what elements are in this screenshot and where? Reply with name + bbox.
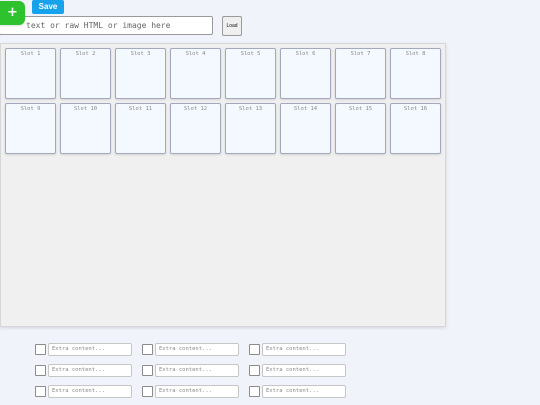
slot-label: Slot 1 <box>20 51 41 57</box>
extra-content-input[interactable] <box>262 363 346 377</box>
extra-content-input[interactable] <box>48 384 132 398</box>
slot-grid: Slot 1 Slot 2 Slot 3 Slot 4 Slot 5 Slot … <box>5 48 441 154</box>
extra-checkbox[interactable] <box>249 385 260 397</box>
extra-content-input[interactable] <box>262 342 346 356</box>
load-button[interactable]: Load <box>222 16 242 36</box>
slot-label: Slot 12 <box>183 106 208 112</box>
slot[interactable]: Slot 3 <box>115 48 166 99</box>
slot-label: Slot 11 <box>128 106 153 112</box>
slot-label: Slot 10 <box>73 106 98 112</box>
slot-label: Slot 9 <box>20 106 41 112</box>
add-button[interactable]: + <box>0 1 25 25</box>
slot[interactable]: Slot 15 <box>335 103 386 154</box>
extra-content-grid <box>35 342 356 405</box>
extra-item <box>142 342 249 356</box>
slot[interactable]: Slot 16 <box>390 103 441 154</box>
extra-checkbox[interactable] <box>142 385 153 397</box>
save-button[interactable]: Save <box>32 0 64 14</box>
slot-label: Slot 7 <box>350 51 371 57</box>
slot[interactable]: Slot 9 <box>5 103 56 154</box>
slot-label: Slot 16 <box>403 106 428 112</box>
extra-item <box>35 384 142 398</box>
slot[interactable]: Slot 5 <box>225 48 276 99</box>
extra-content-input[interactable] <box>48 363 132 377</box>
slot-panel: Slot 1 Slot 2 Slot 3 Slot 4 Slot 5 Slot … <box>0 43 446 327</box>
extra-item <box>35 363 142 377</box>
slot[interactable]: Slot 11 <box>115 103 166 154</box>
extra-item <box>35 342 142 356</box>
slot[interactable]: Slot 13 <box>225 103 276 154</box>
extra-content-input[interactable] <box>48 342 132 356</box>
slot[interactable]: Slot 7 <box>335 48 386 99</box>
slot-label: Slot 5 <box>240 51 261 57</box>
extra-content-input[interactable] <box>155 384 239 398</box>
extra-checkbox[interactable] <box>142 364 153 376</box>
extra-checkbox[interactable] <box>35 385 46 397</box>
extra-item <box>249 384 356 398</box>
slot[interactable]: Slot 14 <box>280 103 331 154</box>
extra-checkbox[interactable] <box>249 343 260 355</box>
extra-checkbox[interactable] <box>142 343 153 355</box>
extra-checkbox[interactable] <box>35 364 46 376</box>
extra-content-input[interactable] <box>155 363 239 377</box>
slot-label: Slot 15 <box>348 106 373 112</box>
extra-content-input[interactable] <box>262 384 346 398</box>
slot-label: Slot 6 <box>295 51 316 57</box>
slot[interactable]: Slot 8 <box>390 48 441 99</box>
extra-content-input[interactable] <box>155 342 239 356</box>
extra-item <box>249 342 356 356</box>
slot-label: Slot 8 <box>405 51 426 57</box>
extra-checkbox[interactable] <box>35 343 46 355</box>
slot[interactable]: Slot 6 <box>280 48 331 99</box>
extra-checkbox[interactable] <box>249 364 260 376</box>
content-input[interactable] <box>0 16 213 35</box>
slot-label: Slot 4 <box>185 51 206 57</box>
slot[interactable]: Slot 1 <box>5 48 56 99</box>
slot[interactable]: Slot 10 <box>60 103 111 154</box>
slot-label: Slot 2 <box>75 51 96 57</box>
extra-item <box>142 363 249 377</box>
slot[interactable]: Slot 12 <box>170 103 221 154</box>
extra-item <box>249 363 356 377</box>
slot[interactable]: Slot 4 <box>170 48 221 99</box>
slot-label: Slot 13 <box>238 106 263 112</box>
slot-label: Slot 3 <box>130 51 151 57</box>
slot[interactable]: Slot 2 <box>60 48 111 99</box>
extra-item <box>142 384 249 398</box>
slot-label: Slot 14 <box>293 106 318 112</box>
